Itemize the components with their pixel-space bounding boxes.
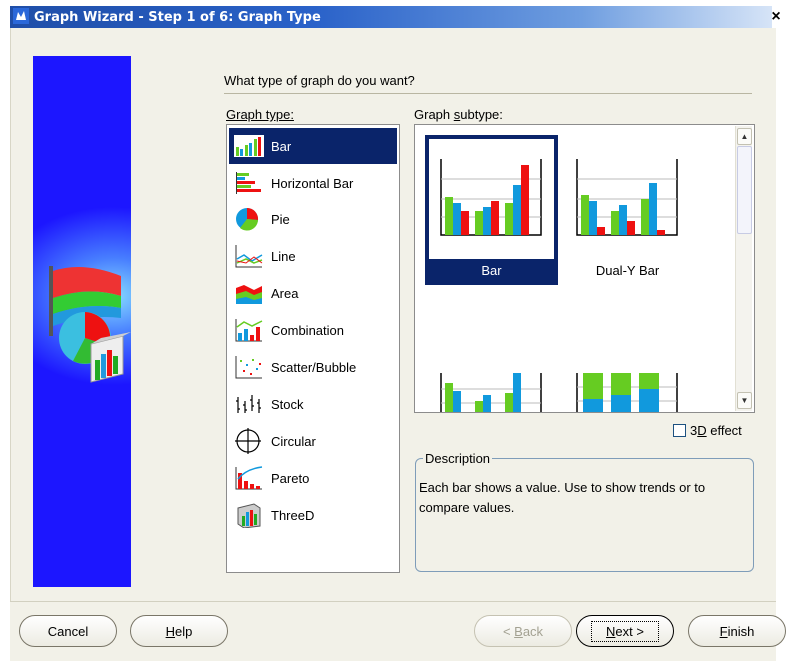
pareto-chart-icon <box>234 463 268 493</box>
scroll-down-icon[interactable]: ▼ <box>737 392 752 409</box>
separator-line <box>224 93 752 94</box>
scroll-up-icon[interactable]: ▲ <box>737 128 752 145</box>
graph-subtype-percent-bar[interactable] <box>561 349 694 412</box>
application-icon <box>13 8 29 24</box>
description-text: Each bar shows a value. Use to show tren… <box>419 480 706 515</box>
graph-subtype-label: Graph subtype: <box>414 107 503 122</box>
graph-subtype-bar[interactable]: Bar <box>425 135 558 285</box>
pie-chart-icon <box>234 204 268 234</box>
graph-type-label: Graph type: <box>226 107 294 122</box>
graph-type-item-scatter-bubble[interactable]: Scatter/Bubble <box>229 349 397 385</box>
3d-effect-label: 3D effect <box>690 423 742 438</box>
3d-effect-checkbox[interactable]: 3D effect <box>673 423 742 438</box>
back-button[interactable]: < Back <box>474 615 572 647</box>
wizard-side-image <box>33 56 131 587</box>
graph-type-item-pie[interactable]: Pie <box>229 201 397 237</box>
graph-illustration-icon <box>49 266 131 383</box>
graph-type-label-line: Line <box>271 248 296 264</box>
area-chart-icon <box>234 278 268 308</box>
finish-button[interactable]: Finish <box>688 615 786 647</box>
subtype-label-dual-y-bar: Dual-Y Bar <box>595 263 660 278</box>
graph-type-item-bar[interactable]: Bar <box>229 128 397 164</box>
graph-type-item-line[interactable]: Line <box>229 238 397 274</box>
line-chart-icon <box>234 241 268 271</box>
stacked-bar-subtype-thumbnail <box>429 353 554 412</box>
graph-type-label-combination: Combination <box>271 322 344 338</box>
graph-type-label-stock: Stock <box>271 396 304 412</box>
graph-subtype-stacked-bar[interactable] <box>425 349 558 412</box>
graph-type-item-horizontal-bar[interactable]: Horizontal Bar <box>229 165 397 201</box>
percent-bar-subtype-thumbnail <box>565 353 690 412</box>
wizard-question: What type of graph do you want? <box>224 73 415 88</box>
window-title: Graph Wizard - Step 1 of 6: Graph Type <box>34 10 321 25</box>
cancel-button[interactable]: Cancel <box>19 615 117 647</box>
graph-type-label-pie: Pie <box>271 211 290 227</box>
graph-type-item-combination[interactable]: Combination <box>229 312 397 348</box>
bar-chart-icon <box>234 131 268 161</box>
subtype-scrollbar[interactable]: ▲ ▼ <box>735 126 752 411</box>
description-legend: Description <box>423 451 493 466</box>
subtype-label-bar: Bar <box>481 263 502 278</box>
horizontal-bar-chart-icon <box>234 168 268 198</box>
graph-type-label-threed: ThreeD <box>271 507 315 523</box>
help-button[interactable]: Help <box>130 615 228 647</box>
close-icon[interactable]: × <box>768 9 784 27</box>
graph-type-item-circular[interactable]: Circular <box>229 423 397 459</box>
graph-type-label-circular: Circular <box>271 433 316 449</box>
graph-type-label-horizontal-bar: Horizontal Bar <box>271 175 354 191</box>
graph-type-item-stock[interactable]: Stock <box>229 386 397 422</box>
graph-type-label-area: Area <box>271 285 299 301</box>
threed-chart-icon <box>234 500 268 530</box>
graph-type-label-pareto: Pareto <box>271 470 310 486</box>
bar-subtype-thumbnail <box>429 139 554 259</box>
graph-type-label-bar: Bar <box>271 138 292 154</box>
graph-type-list[interactable]: Bar Horizontal Bar Pie Line Area Combina… <box>226 124 400 573</box>
graph-type-item-pareto[interactable]: Pareto <box>229 460 397 496</box>
graph-subtype-list[interactable]: Bar Dual-Y Bar <box>414 124 755 413</box>
checkbox-box[interactable] <box>673 424 686 437</box>
graph-type-item-area[interactable]: Area <box>229 275 397 311</box>
scatter-chart-icon <box>234 352 268 382</box>
circular-chart-icon <box>234 426 268 456</box>
graph-subtype-dual-y-bar[interactable]: Dual-Y Bar <box>561 135 694 285</box>
graph-type-label-scatter-bubble: Scatter/Bubble <box>271 359 357 375</box>
combination-chart-icon <box>234 315 268 345</box>
next-button-focus: Next > <box>591 620 659 642</box>
stock-chart-icon <box>234 389 268 419</box>
dual-y-bar-subtype-thumbnail <box>565 139 690 259</box>
next-button[interactable]: Next > <box>576 615 674 647</box>
scrollbar-thumb[interactable] <box>737 146 752 234</box>
graph-type-item-threed[interactable]: ThreeD <box>229 497 397 533</box>
